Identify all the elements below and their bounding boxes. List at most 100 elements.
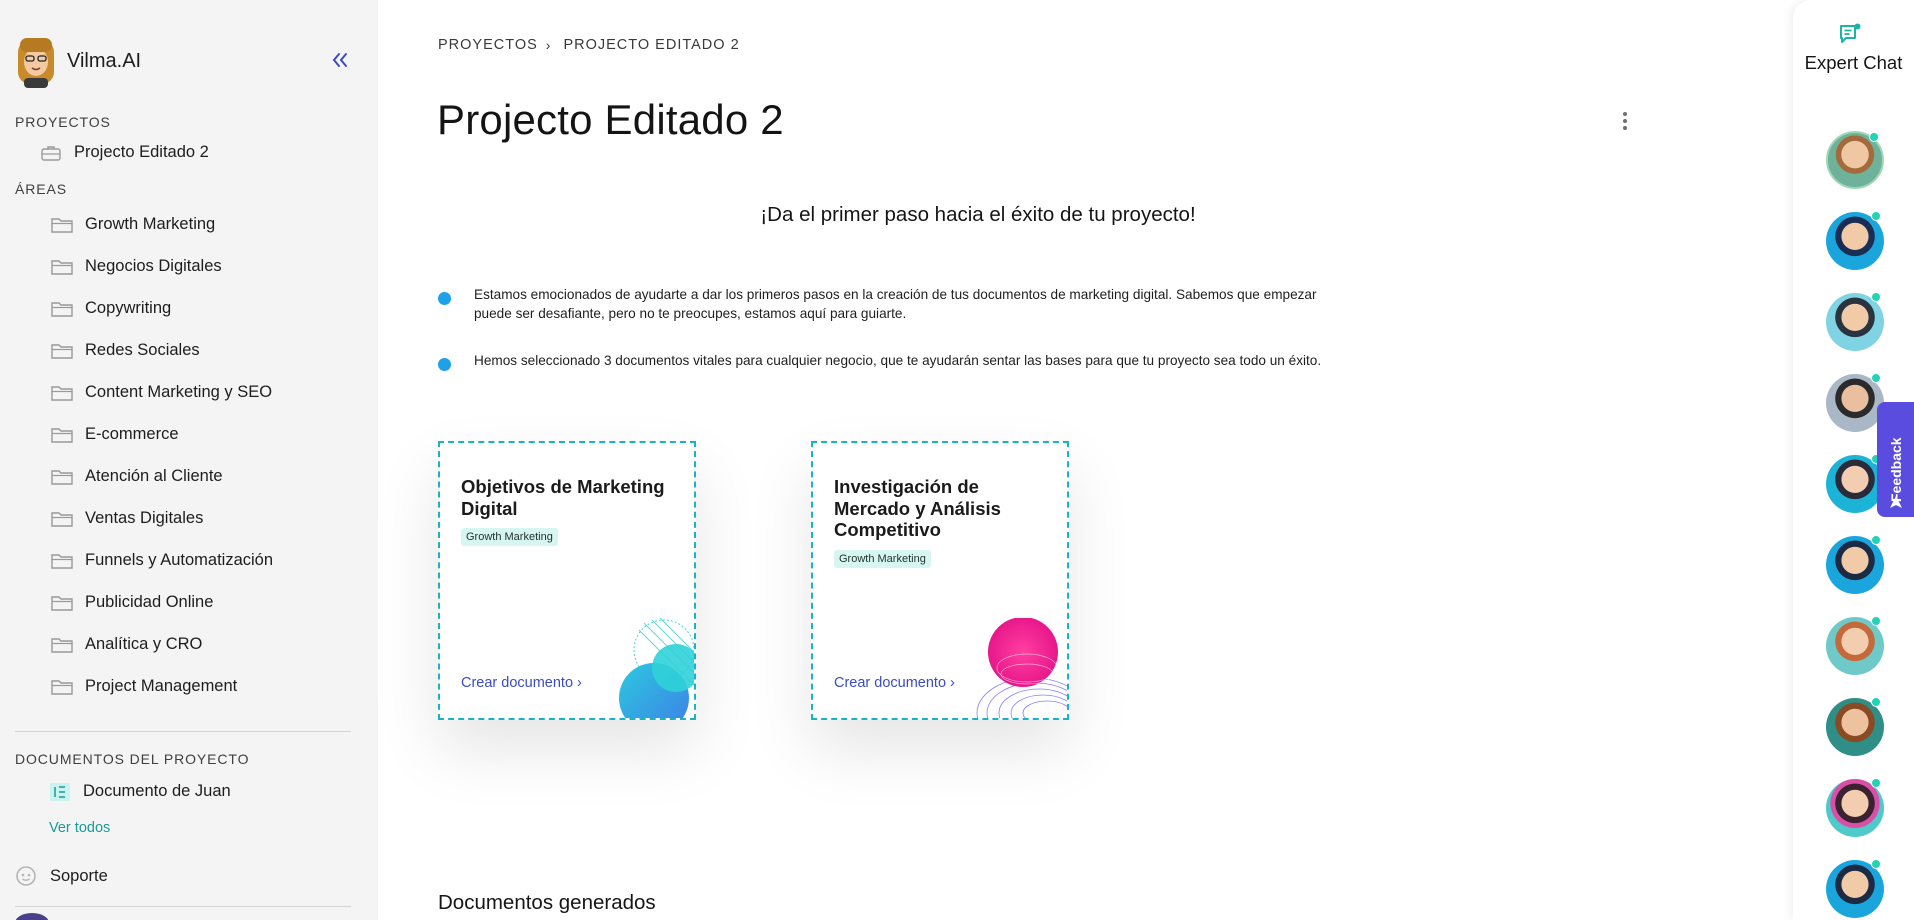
online-status-badge bbox=[1871, 616, 1881, 626]
online-status-badge bbox=[1871, 292, 1881, 302]
card-decoration bbox=[619, 618, 694, 718]
list-item: Hemos seleccionado 3 documentos vitales … bbox=[438, 351, 1338, 371]
folder-icon bbox=[51, 469, 73, 485]
expert-avatar[interactable] bbox=[1826, 697, 1884, 756]
sidebar-item-copywriting[interactable]: Copywriting bbox=[51, 299, 171, 318]
expert-chat-label: Expert Chat bbox=[1804, 52, 1903, 73]
sidebar-bottom-divider bbox=[15, 906, 351, 907]
folder-icon bbox=[51, 385, 73, 401]
folder-icon bbox=[51, 511, 73, 527]
expert-avatar[interactable] bbox=[1826, 373, 1884, 432]
expert-avatar[interactable] bbox=[1826, 454, 1884, 513]
collapse-sidebar-icon[interactable] bbox=[330, 50, 350, 70]
areas-section-label: ÁREAS bbox=[15, 181, 67, 197]
document-card-market-research[interactable]: Investigación de Mercado y Análisis Comp… bbox=[811, 441, 1069, 720]
expert-avatar[interactable] bbox=[1826, 616, 1884, 675]
sidebar-item-label: Documento de Juan bbox=[83, 782, 231, 800]
expert-avatar[interactable] bbox=[1826, 535, 1884, 594]
chevron-right-icon: › bbox=[545, 37, 552, 53]
projects-section-label: PROYECTOS bbox=[15, 114, 111, 130]
document-card-marketing-objectives[interactable]: Objetivos de Marketing Digital Growth Ma… bbox=[438, 441, 696, 720]
create-document-link[interactable]: Crear documento › bbox=[834, 675, 955, 691]
sidebar-item-funnels-automatizacion[interactable]: Funnels y Automatización bbox=[51, 551, 273, 570]
vilma-avatar-logo bbox=[18, 38, 54, 88]
project-docs-section-label: DOCUMENTOS DEL PROYECTO bbox=[15, 751, 250, 767]
card-title: Objetivos de Marketing Digital bbox=[461, 476, 665, 519]
online-status-badge bbox=[1871, 697, 1881, 707]
bullet-dot-icon bbox=[438, 358, 451, 371]
expert-avatar[interactable] bbox=[1826, 859, 1884, 918]
feedback-tab[interactable]: Feedback bbox=[1877, 402, 1914, 517]
sidebar-item-negocios-digitales[interactable]: Negocios Digitales bbox=[51, 257, 222, 276]
sidebar-item-redes-sociales[interactable]: Redes Sociales bbox=[51, 341, 200, 360]
see-all-documents-link[interactable]: Ver todos bbox=[49, 820, 110, 836]
breadcrumb-current: PROJECTO EDITADO 2 bbox=[563, 37, 740, 53]
online-status-badge bbox=[1871, 778, 1881, 788]
folder-icon bbox=[51, 595, 73, 611]
breadcrumb-root-link[interactable]: PROYECTOS bbox=[438, 37, 538, 53]
online-status-badge bbox=[1871, 211, 1881, 221]
folder-icon bbox=[51, 217, 73, 233]
send-arrow-icon bbox=[1890, 496, 1902, 508]
online-status-badge bbox=[1871, 859, 1881, 869]
generated-documents-heading: Documentos generados bbox=[438, 891, 656, 914]
sidebar-item-ventas-digitales[interactable]: Ventas Digitales bbox=[51, 509, 203, 528]
sidebar-item-label: Atención al Cliente bbox=[85, 467, 223, 485]
intro-heading: ¡Da el primer paso hacia el éxito de tu … bbox=[760, 203, 1196, 226]
chat-icon[interactable] bbox=[1838, 22, 1862, 46]
online-status-badge bbox=[1869, 132, 1879, 142]
bullet-dot-icon bbox=[438, 292, 451, 305]
breadcrumb: PROYECTOS › PROJECTO EDITADO 2 bbox=[438, 37, 740, 53]
sidebar-item-label: Project Management bbox=[85, 677, 238, 695]
sidebar: Vilma.AI PROYECTOS Projecto Editado 2 ÁR… bbox=[0, 0, 378, 920]
sidebar-item-label: Growth Marketing bbox=[85, 215, 216, 233]
sidebar-item-label: Ventas Digitales bbox=[85, 509, 204, 527]
sidebar-item-label: Soporte bbox=[50, 866, 108, 885]
sidebar-item-content-marketing-seo[interactable]: Content Marketing y SEO bbox=[51, 383, 272, 402]
online-status-badge bbox=[1871, 535, 1881, 545]
sidebar-item-label: E-commerce bbox=[85, 425, 179, 443]
sidebar-item-label: Analítica y CRO bbox=[85, 635, 203, 653]
bullet-text: Estamos emocionados de ayudarte a dar lo… bbox=[474, 287, 1317, 321]
support-icon bbox=[16, 866, 36, 886]
app-name: Vilma.AI bbox=[67, 49, 142, 72]
card-decoration bbox=[976, 618, 1067, 718]
sidebar-item-analitica-cro[interactable]: Analítica y CRO bbox=[51, 635, 202, 654]
sidebar-item-atencion-cliente[interactable]: Atención al Cliente bbox=[51, 467, 223, 486]
list-item: Estamos emocionados de ayudarte a dar lo… bbox=[438, 285, 1338, 323]
sidebar-divider bbox=[15, 731, 351, 732]
sidebar-item-label: Copywriting bbox=[85, 299, 172, 317]
sidebar-item-label: Publicidad Online bbox=[85, 593, 214, 611]
sidebar-item-label: Projecto Editado 2 bbox=[74, 143, 209, 161]
sidebar-item-e-commerce[interactable]: E-commerce bbox=[51, 425, 179, 444]
user-avatar[interactable] bbox=[15, 913, 49, 920]
sidebar-item-support[interactable]: Soporte bbox=[15, 865, 108, 887]
sidebar-item-label: Funnels y Automatización bbox=[85, 551, 274, 569]
sidebar-item-label: Content Marketing y SEO bbox=[85, 383, 273, 401]
folder-icon bbox=[51, 343, 73, 359]
page-title: Projecto Editado 2 bbox=[437, 96, 784, 143]
card-title: Investigación de Mercado y Análisis Comp… bbox=[834, 476, 1001, 540]
sidebar-item-growth-marketing[interactable]: Growth Marketing bbox=[51, 215, 215, 234]
expert-avatar[interactable] bbox=[1826, 778, 1884, 837]
document-icon bbox=[50, 782, 70, 801]
sidebar-item-document[interactable]: Documento de Juan bbox=[49, 782, 231, 801]
folder-icon bbox=[51, 637, 73, 653]
more-options-icon[interactable] bbox=[1615, 110, 1635, 132]
bullet-text: Hemos seleccionado 3 documentos vitales … bbox=[474, 353, 1322, 368]
sidebar-item-label: Redes Sociales bbox=[85, 341, 200, 359]
sidebar-item-publicidad-online[interactable]: Publicidad Online bbox=[51, 593, 213, 612]
online-status-badge bbox=[1871, 373, 1881, 383]
card-category-tag: Growth Marketing bbox=[461, 528, 558, 546]
briefcase-icon bbox=[41, 145, 61, 161]
expert-avatar[interactable] bbox=[1826, 131, 1884, 189]
folder-icon bbox=[51, 427, 73, 443]
create-document-link[interactable]: Crear documento › bbox=[461, 675, 582, 691]
feedback-label: Feedback bbox=[1888, 437, 1904, 502]
card-category-tag: Growth Marketing bbox=[834, 550, 931, 568]
sidebar-item-project[interactable]: Projecto Editado 2 bbox=[40, 143, 209, 162]
sidebar-item-project-management[interactable]: Project Management bbox=[51, 677, 237, 696]
expert-avatar[interactable] bbox=[1826, 292, 1884, 351]
brand[interactable]: Vilma.AI bbox=[15, 34, 141, 88]
expert-avatar[interactable] bbox=[1826, 211, 1884, 270]
